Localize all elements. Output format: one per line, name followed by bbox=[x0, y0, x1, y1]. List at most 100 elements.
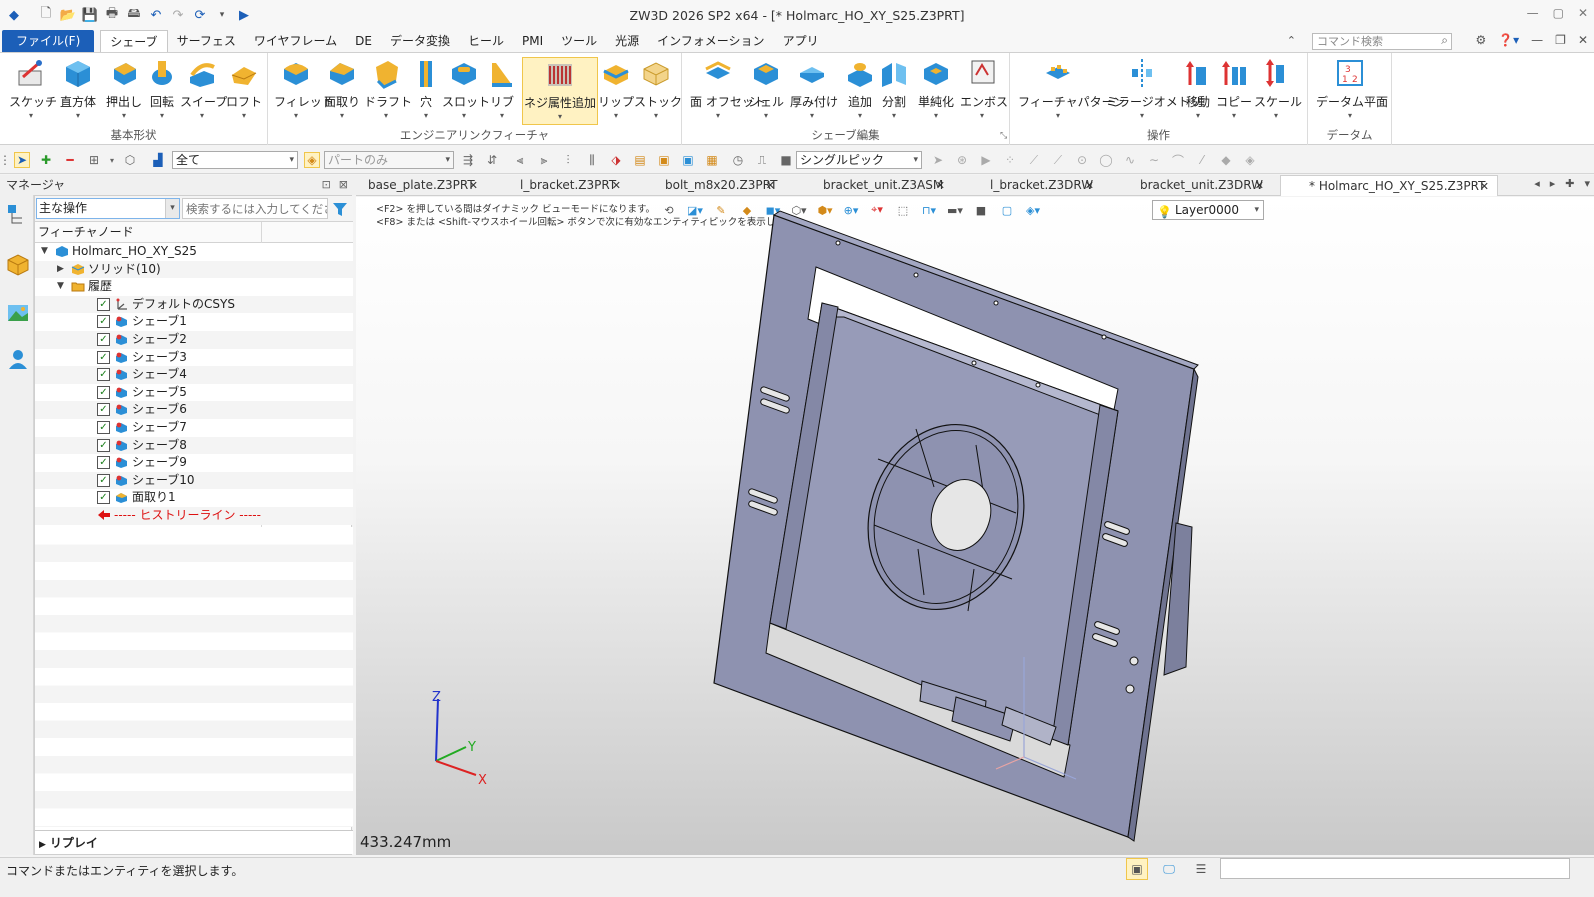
snap-icon-2[interactable]: ⊛ bbox=[954, 152, 970, 168]
rib-button[interactable]: リブ ▾ bbox=[480, 57, 524, 120]
settings-gear-icon[interactable]: ⚙ bbox=[1475, 33, 1486, 47]
scope-select[interactable]: パートのみ ▾ bbox=[324, 151, 454, 169]
revolve-button[interactable]: 回転 ▾ bbox=[140, 57, 184, 120]
part-icon-2[interactable]: ▣ bbox=[680, 152, 696, 168]
snap-face-icon[interactable]: ◆ bbox=[1218, 152, 1234, 168]
toolbar-icon-a[interactable]: ⇶ bbox=[460, 152, 476, 168]
tree-row[interactable]: ----- ヒストリーライン ----- bbox=[35, 506, 353, 525]
layer-list-icon[interactable]: ▤ bbox=[632, 152, 648, 168]
maximize-icon[interactable]: ▢ bbox=[1553, 6, 1564, 20]
scope-icon[interactable]: ◈ bbox=[304, 152, 320, 168]
tab-bracket-unit-drw[interactable]: bracket_unit.Z3DRW ✕ bbox=[1128, 175, 1264, 196]
tree-row[interactable]: ✓ デフォルトのCSYS bbox=[35, 295, 353, 314]
snap-line-icon[interactable]: ⟋ bbox=[1026, 152, 1042, 168]
status-display-icon[interactable]: 🖵 bbox=[1158, 858, 1180, 880]
snap-slash-icon[interactable]: ⁄ bbox=[1194, 152, 1210, 168]
part-icon-3[interactable]: ▦ bbox=[704, 152, 720, 168]
snap-center-icon[interactable]: ⊙ bbox=[1074, 152, 1090, 168]
3d-model[interactable] bbox=[356, 197, 1594, 855]
replay-section[interactable]: ▶ リプレイ bbox=[35, 830, 353, 854]
add-selection-icon[interactable]: ✚ bbox=[38, 152, 54, 168]
image-manager-icon[interactable] bbox=[6, 301, 30, 325]
tab-list-icon[interactable]: ▾ bbox=[1584, 177, 1590, 190]
menu-file[interactable]: ファイル(F) bbox=[2, 30, 95, 52]
emboss-button[interactable]: エンボス ▾ bbox=[960, 57, 1008, 120]
snap-icon-1[interactable]: ➤ bbox=[930, 152, 946, 168]
tree-row[interactable]: ▼ 履歴 bbox=[35, 278, 353, 296]
loft-button[interactable]: ロフト ▾ bbox=[222, 57, 266, 120]
tab-bolt[interactable]: bolt_m8x20.Z3PRT ✕ bbox=[653, 175, 777, 196]
tree-row[interactable]: ✓ シェーブ6 bbox=[35, 401, 353, 419]
tree-row[interactable]: ✓ シェーブ8 bbox=[35, 436, 353, 455]
status-layout-icon[interactable]: ▣ bbox=[1126, 858, 1148, 880]
app-logo-icon[interactable]: ◆ bbox=[6, 7, 22, 23]
collapse-ribbon-icon[interactable]: ⌃ bbox=[1287, 34, 1296, 47]
minimize-icon[interactable]: — bbox=[1527, 6, 1539, 20]
run-icon[interactable]: ▶ bbox=[236, 7, 252, 23]
status-list-icon[interactable]: ☰ bbox=[1190, 858, 1212, 880]
align-stack-icon[interactable]: ⫼ bbox=[584, 152, 600, 168]
stop-icon[interactable]: ■ bbox=[778, 152, 794, 168]
new-file-icon[interactable]: 🗋 bbox=[38, 6, 54, 23]
undo-icon[interactable]: ↶ bbox=[148, 7, 164, 23]
thread-attribute-button[interactable]: ネジ属性追加 ▾ bbox=[522, 57, 598, 125]
visibility-checkbox[interactable]: ✓ bbox=[97, 315, 110, 329]
align-right-icon[interactable]: ⫶ bbox=[560, 152, 576, 168]
snap-icon-3[interactable]: ▶ bbox=[978, 152, 994, 168]
pick-point-icon[interactable]: ⬗ bbox=[608, 152, 624, 168]
menu-pmi[interactable]: PMI bbox=[513, 30, 552, 52]
menu-wireframe[interactable]: ワイヤフレーム bbox=[245, 30, 346, 52]
refresh-icon[interactable]: ⟳ bbox=[192, 7, 208, 23]
snap-icon-4[interactable]: ⁘ bbox=[1002, 152, 1018, 168]
close-tab-icon[interactable]: ✕ bbox=[469, 175, 478, 196]
doc-restore-icon[interactable]: ❐ bbox=[1555, 33, 1566, 47]
align-left-icon[interactable]: ⫷ bbox=[512, 152, 528, 168]
history-manager-icon[interactable] bbox=[6, 203, 30, 227]
snap-curve-icon[interactable]: ∿ bbox=[1122, 152, 1138, 168]
snap-line2-icon[interactable]: ⟋ bbox=[1050, 152, 1066, 168]
close-tab-icon[interactable]: ✕ bbox=[612, 175, 621, 196]
pick-filter-select[interactable]: 全て ▾ bbox=[172, 151, 298, 169]
tree-row[interactable]: ✓ シェーブ1 bbox=[35, 313, 353, 331]
visibility-checkbox[interactable]: ✓ bbox=[97, 368, 110, 382]
menu-shape[interactable]: シェーブ bbox=[100, 30, 168, 52]
close-tab-icon[interactable]: ✕ bbox=[1480, 176, 1489, 197]
close-tab-icon[interactable]: ✕ bbox=[1085, 175, 1094, 196]
snap-wave-icon[interactable]: ∼ bbox=[1146, 152, 1162, 168]
tree-row[interactable]: ▶ ソリッド(10) bbox=[35, 260, 353, 279]
close-tab-icon[interactable]: ✕ bbox=[936, 175, 945, 196]
collapse-arrow-icon[interactable]: ▼ bbox=[57, 278, 64, 296]
remove-selection-icon[interactable]: ━ bbox=[62, 152, 78, 168]
help-icon[interactable]: ❓▾ bbox=[1498, 33, 1519, 47]
tree-row[interactable]: ✓ シェーブ10 bbox=[35, 471, 353, 490]
new-tab-icon[interactable]: ✚ bbox=[1565, 177, 1574, 190]
sweep-button[interactable]: スイープ ▾ bbox=[180, 57, 227, 120]
close-tab-icon[interactable]: ✕ bbox=[766, 175, 775, 196]
drag-handle-icon[interactable]: ⋮ bbox=[0, 152, 11, 168]
tree-row[interactable]: ✓ シェーブ7 bbox=[35, 418, 353, 437]
tab-l-bracket-drw[interactable]: l_bracket.Z3DRW ✕ bbox=[978, 175, 1094, 196]
operation-select[interactable]: 主な操作 ▾ bbox=[36, 198, 180, 219]
chamfer-button[interactable]: 面取り ▾ bbox=[320, 57, 364, 120]
tree-row[interactable]: ✓ シェーブ9 bbox=[35, 454, 353, 472]
inquire-icon[interactable]: ⎍ bbox=[754, 152, 770, 168]
user-manager-icon[interactable] bbox=[6, 347, 30, 371]
tree-row[interactable]: ✓ 面取り1 bbox=[35, 489, 353, 507]
print-icon[interactable]: 🖶 bbox=[104, 6, 120, 23]
search-icon[interactable]: ⌕ bbox=[1441, 33, 1448, 48]
close-tab-icon[interactable]: ✕ bbox=[1255, 175, 1264, 196]
3d-viewport[interactable]: <F2> を押している間はダイナミック ビューモードになります。 <F8> また… bbox=[356, 197, 1594, 855]
doc-close-icon[interactable]: ✕ bbox=[1578, 33, 1588, 47]
stock-button[interactable]: ストック ▾ bbox=[634, 57, 682, 120]
ribbon-expand-icon[interactable]: ⤡ bbox=[1000, 131, 1007, 141]
save-all-icon[interactable]: 🖴 bbox=[126, 6, 142, 23]
box-select-icon[interactable]: ⊞ bbox=[86, 152, 102, 168]
box-select-dropdown-icon[interactable]: ▾ bbox=[104, 152, 120, 168]
feature-pattern-button[interactable]: フィーチャパターン ▾ bbox=[1018, 57, 1125, 120]
feature-search-input[interactable] bbox=[182, 198, 328, 219]
assembly-manager-icon[interactable] bbox=[6, 253, 30, 277]
visibility-checkbox[interactable]: ✓ bbox=[97, 332, 110, 346]
select-pointer-icon[interactable]: ➤ bbox=[14, 152, 30, 168]
doc-minimize-icon[interactable]: — bbox=[1531, 33, 1543, 47]
toolbar-icon-b[interactable]: ⇵ bbox=[484, 152, 500, 168]
